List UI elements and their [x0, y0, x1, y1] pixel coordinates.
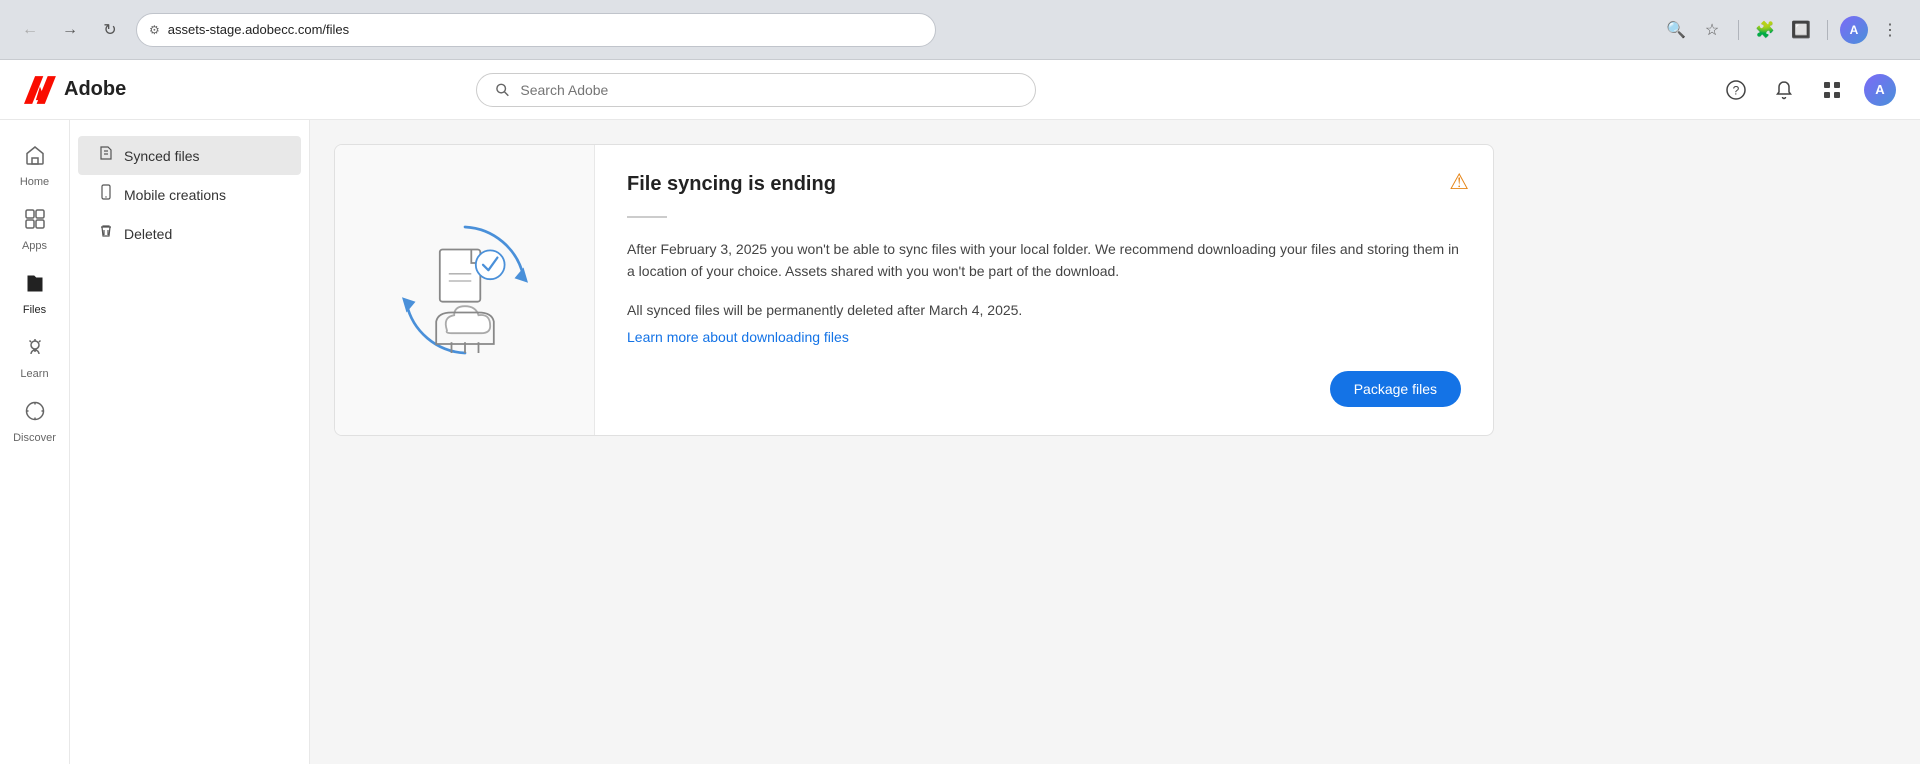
browser-profile[interactable]: A	[1840, 16, 1868, 44]
help-icon: ?	[1726, 80, 1746, 100]
sidebar-item-deleted[interactable]: Deleted	[78, 214, 301, 253]
synced-files-label: Synced files	[124, 148, 199, 164]
nav-item-home[interactable]: Home	[5, 136, 65, 196]
nav-item-discover[interactable]: Discover	[5, 392, 65, 452]
nav-label-files: Files	[23, 304, 46, 316]
nav-label-apps: Apps	[22, 240, 47, 252]
help-button[interactable]: ?	[1720, 74, 1752, 106]
learn-nav-icon	[24, 336, 46, 364]
forward-button[interactable]: →	[56, 16, 84, 44]
app-header: Adobe ?	[0, 60, 1920, 120]
alert-card-content: ⚠ File syncing is ending After February …	[595, 145, 1493, 435]
search-input[interactable]	[520, 82, 1017, 98]
deleted-label: Deleted	[124, 226, 172, 242]
browser-divider-2	[1827, 20, 1828, 40]
adobe-logo-svg	[24, 74, 56, 106]
nav-item-files[interactable]: Files	[5, 264, 65, 324]
app-container: Adobe ?	[0, 60, 1920, 764]
alert-subtext: All synced files will be permanently del…	[627, 299, 1461, 321]
left-nav: Home Apps F	[0, 120, 70, 764]
url-security-icon: ⚙	[149, 23, 160, 37]
main-content: ⚠ File syncing is ending After February …	[310, 120, 1920, 764]
notifications-button[interactable]	[1768, 74, 1800, 106]
sidebar: Synced files Mobile creations Deleted	[70, 120, 310, 764]
nav-label-home: Home	[20, 176, 49, 188]
warning-icon: ⚠	[1449, 169, 1469, 195]
browser-chrome: ← → ↻ ⚙ assets-stage.adobecc.com/files 🔍…	[0, 0, 1920, 60]
back-button[interactable]: ←	[16, 16, 44, 44]
deleted-icon	[98, 223, 114, 244]
mobile-creations-label: Mobile creations	[124, 187, 226, 203]
discover-nav-icon	[24, 400, 46, 428]
url-text: assets-stage.adobecc.com/files	[168, 22, 349, 37]
profile-avatar[interactable]: A	[1864, 74, 1896, 106]
puzzle-btn[interactable]: 🔲	[1787, 16, 1815, 44]
file-sync-illustration	[375, 200, 555, 380]
search-icon	[495, 82, 510, 98]
alert-card: ⚠ File syncing is ending After February …	[334, 144, 1494, 436]
alert-title: File syncing is ending	[627, 173, 1461, 196]
mobile-creations-icon	[98, 184, 114, 205]
alert-footer: Package files	[627, 371, 1461, 407]
package-files-button[interactable]: Package files	[1330, 371, 1461, 407]
files-nav-icon	[24, 272, 46, 300]
sidebar-item-synced-files[interactable]: Synced files	[78, 136, 301, 175]
apps-nav-icon	[24, 208, 46, 236]
search-browser-btn[interactable]: 🔍	[1662, 16, 1690, 44]
browser-divider	[1738, 20, 1739, 40]
menu-btn[interactable]: ⋮	[1876, 16, 1904, 44]
alert-separator	[627, 216, 667, 218]
svg-text:?: ?	[1733, 83, 1740, 97]
sidebar-item-mobile-creations[interactable]: Mobile creations	[78, 175, 301, 214]
nav-item-apps[interactable]: Apps	[5, 200, 65, 260]
app-body: Home Apps F	[0, 120, 1920, 764]
nav-label-learn: Learn	[20, 368, 48, 380]
nav-label-discover: Discover	[13, 432, 56, 444]
header-actions: ? A	[1720, 74, 1896, 106]
header-search	[476, 73, 1036, 107]
synced-files-icon	[98, 145, 114, 166]
adobe-logo-text: Adobe	[64, 78, 126, 101]
search-input-wrap[interactable]	[476, 73, 1036, 107]
reload-button[interactable]: ↻	[96, 16, 124, 44]
address-bar[interactable]: ⚙ assets-stage.adobecc.com/files	[136, 13, 936, 47]
extension-btn[interactable]: 🧩	[1751, 16, 1779, 44]
apps-button[interactable]	[1816, 74, 1848, 106]
bell-icon	[1774, 80, 1794, 100]
grid-icon	[1822, 80, 1842, 100]
alert-illustration	[335, 145, 595, 435]
home-icon	[24, 144, 46, 172]
browser-actions: 🔍 ☆ 🧩 🔲 A ⋮	[1662, 16, 1904, 44]
nav-item-learn[interactable]: Learn	[5, 328, 65, 388]
adobe-logo: Adobe	[24, 74, 126, 106]
bookmark-btn[interactable]: ☆	[1698, 16, 1726, 44]
learn-more-link[interactable]: Learn more about downloading files	[627, 329, 849, 345]
alert-body-text: After February 3, 2025 you won't be able…	[627, 238, 1461, 283]
